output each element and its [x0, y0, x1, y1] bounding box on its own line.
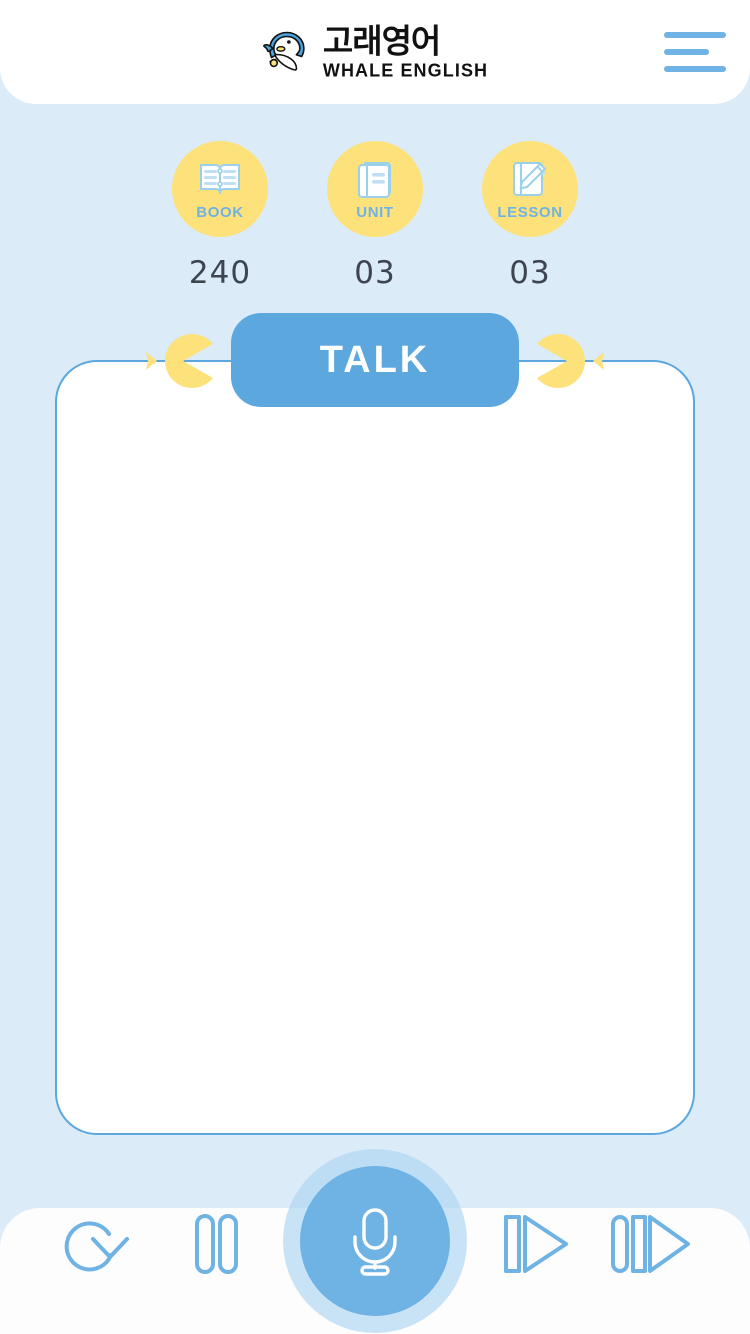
- stat-book-label: BOOK: [196, 204, 244, 221]
- stat-lesson-button[interactable]: LESSON: [482, 141, 578, 237]
- playback-controls: [0, 1149, 750, 1334]
- next-track-icon: [492, 1201, 578, 1287]
- talk-label: TALK: [319, 338, 431, 381]
- stat-lesson-label: LESSON: [497, 204, 563, 221]
- stat-book-button[interactable]: BOOK: [172, 141, 268, 237]
- brand-logo: 고래영어 WHALE ENGLISH: [262, 25, 488, 80]
- pause-icon: [184, 1201, 248, 1287]
- stat-unit-button[interactable]: UNIT: [327, 141, 423, 237]
- replay-button[interactable]: [52, 1196, 148, 1292]
- pause-button[interactable]: [168, 1196, 264, 1292]
- talk-banner-group: TALK: [146, 313, 604, 407]
- stat-unit: UNIT 03: [327, 141, 423, 291]
- skip-button[interactable]: [602, 1196, 698, 1292]
- mic-core-circle: [300, 1166, 450, 1316]
- brand-text: 고래영어 WHALE ENGLISH: [323, 25, 488, 80]
- menu-bar-middle: [664, 49, 709, 55]
- menu-bar-top: [664, 32, 726, 38]
- stat-unit-label: UNIT: [356, 204, 394, 221]
- stat-book-value: 240: [188, 255, 252, 291]
- yellow-fish-right-icon: [533, 330, 605, 392]
- next-button[interactable]: [487, 1196, 583, 1292]
- record-microphone-button[interactable]: [283, 1149, 467, 1333]
- stat-lesson-value: 03: [509, 255, 551, 291]
- menu-bar-bottom: [664, 66, 726, 72]
- app-header: 고래영어 WHALE ENGLISH: [0, 0, 750, 104]
- lesson-content-body[interactable]: [57, 362, 693, 1133]
- skip-forward-icon: [607, 1201, 693, 1287]
- yellow-fish-left-icon: [145, 330, 217, 392]
- stats-row: BOOK 240 UNIT 03 LESSON 03: [0, 141, 750, 291]
- lesson-content-card: [55, 360, 695, 1135]
- stat-book: BOOK 240: [172, 141, 268, 291]
- talk-button[interactable]: TALK: [231, 313, 519, 407]
- stat-lesson: LESSON 03: [482, 141, 578, 291]
- closed-book-icon: [351, 155, 399, 203]
- microphone-icon: [337, 1203, 413, 1279]
- whale-logo-icon: [262, 26, 314, 78]
- brand-english-title: WHALE ENGLISH: [322, 60, 489, 81]
- open-book-icon: [196, 155, 244, 203]
- notebook-pencil-icon: [506, 155, 554, 203]
- replay-circular-arrow-icon: [57, 1201, 143, 1287]
- stat-unit-value: 03: [354, 255, 396, 291]
- brand-korean-title: 고래영어: [322, 21, 441, 61]
- hamburger-menu-icon[interactable]: [664, 26, 726, 78]
